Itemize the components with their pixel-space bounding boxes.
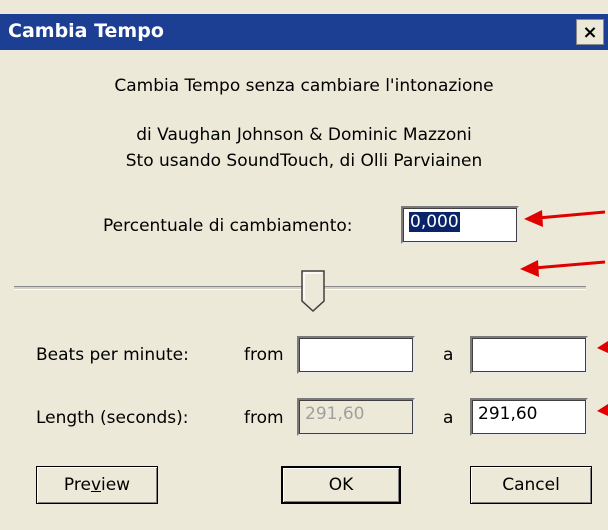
cambia-tempo-dialog: Cambia Tempo × Cambia Tempo senza cambia… bbox=[0, 0, 608, 530]
arrow-slider bbox=[533, 260, 606, 270]
arrow-percent-field bbox=[537, 210, 606, 220]
annotation-arrows bbox=[520, 210, 608, 416]
